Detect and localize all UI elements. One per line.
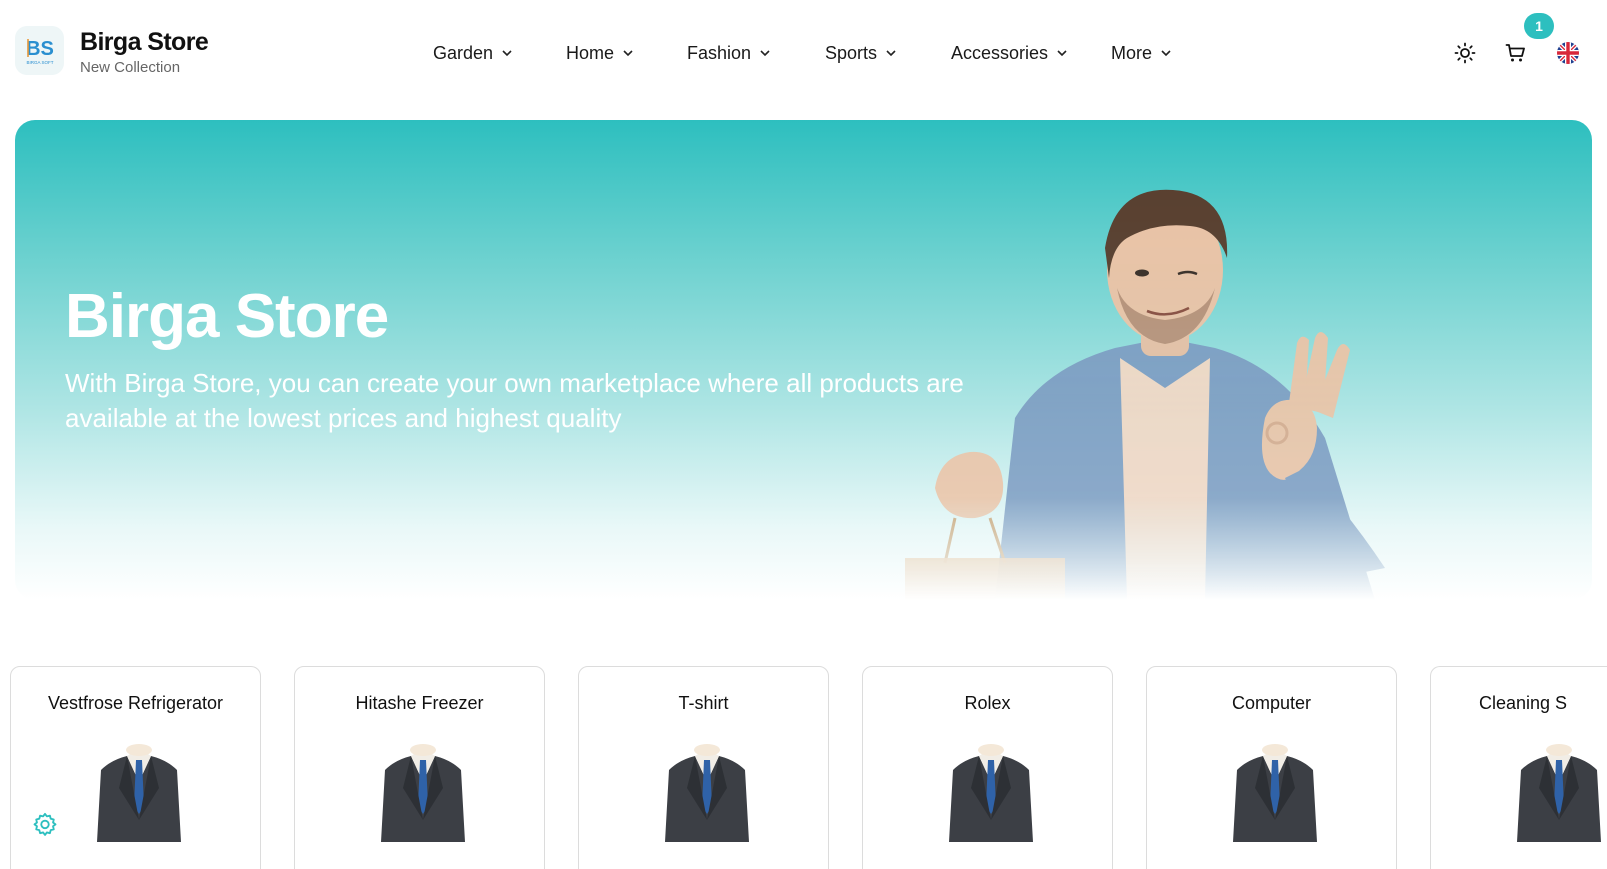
hero-title: Birga Store [65, 282, 389, 351]
product-name: Cleaning S [1479, 693, 1568, 713]
product-name: Vestfrose Refrigerator [47, 693, 224, 713]
product-card[interactable]: Hitashe Freezer [294, 666, 545, 869]
nav-label: Home [566, 42, 615, 63]
nav-label: Accessories [951, 42, 1049, 63]
nav-label: More [1111, 42, 1153, 63]
product-carousel: Vestfrose Refrigerator Hitashe Freezer T… [0, 666, 1607, 869]
product-name: T-shirt [678, 693, 729, 713]
suit-icon [949, 744, 1033, 842]
product-card[interactable]: Cleaning S [1430, 666, 1607, 869]
nav-item-home[interactable]: Home [566, 40, 634, 66]
nav-item-garden[interactable]: Garden [433, 40, 513, 66]
nav-item-sports[interactable]: Sports [825, 40, 897, 66]
gear-icon [33, 812, 57, 836]
chevron-down-icon [1056, 49, 1068, 57]
settings-button[interactable] [30, 810, 60, 840]
cart-button[interactable] [1503, 40, 1529, 66]
nav-label: Fashion [687, 42, 752, 63]
cart-count-badge: 1 [1524, 13, 1554, 39]
product-name: Hitashe Freezer [355, 693, 484, 713]
chevron-down-icon [622, 49, 634, 57]
hero-banner: Birga Store With Birga Store, you can cr… [15, 120, 1592, 600]
chevron-down-icon [885, 49, 897, 57]
brand-title: Birga Store [80, 28, 209, 56]
brand-subtitle: New Collection [80, 59, 181, 76]
hero-model-image [905, 189, 1385, 600]
suit-icon [1233, 744, 1317, 842]
nav-item-accessories[interactable]: Accessories [951, 40, 1068, 66]
product-name: Rolex [964, 693, 1011, 713]
logo-icon: BS BIRGA SOFT [26, 38, 54, 65]
chevron-down-icon [1160, 49, 1172, 57]
svg-text:BS: BS [26, 38, 54, 60]
svg-text:BIRGA SOFT: BIRGA SOFT [26, 60, 53, 65]
uk-flag-icon [1557, 42, 1579, 64]
nav-label: Sports [825, 42, 878, 63]
suit-icon [1517, 744, 1601, 842]
product-name: Computer [1231, 693, 1312, 713]
brand-block[interactable]: Birga Store New Collection [80, 27, 209, 77]
product-card[interactable]: Rolex [862, 666, 1113, 869]
language-selector[interactable] [1557, 42, 1579, 64]
chevron-down-icon [759, 49, 771, 57]
brand-logo[interactable]: BS BIRGA SOFT [15, 26, 64, 75]
nav-label: Garden [433, 42, 494, 63]
cart-icon [1505, 44, 1525, 62]
suit-icon [665, 744, 749, 842]
hero-description: With Birga Store, you can create your ow… [65, 368, 964, 433]
theme-toggle-button[interactable] [1452, 40, 1478, 66]
product-card[interactable]: T-shirt [578, 666, 829, 869]
suit-icon [97, 744, 181, 842]
product-card[interactable]: Computer [1146, 666, 1397, 869]
sun-icon [1454, 42, 1476, 64]
site-header: BS BIRGA SOFT Birga Store New Collection… [0, 0, 1607, 104]
nav-item-fashion[interactable]: Fashion [687, 40, 771, 66]
suit-icon [381, 744, 465, 842]
nav-item-more[interactable]: More [1111, 40, 1172, 66]
chevron-down-icon [501, 49, 513, 57]
